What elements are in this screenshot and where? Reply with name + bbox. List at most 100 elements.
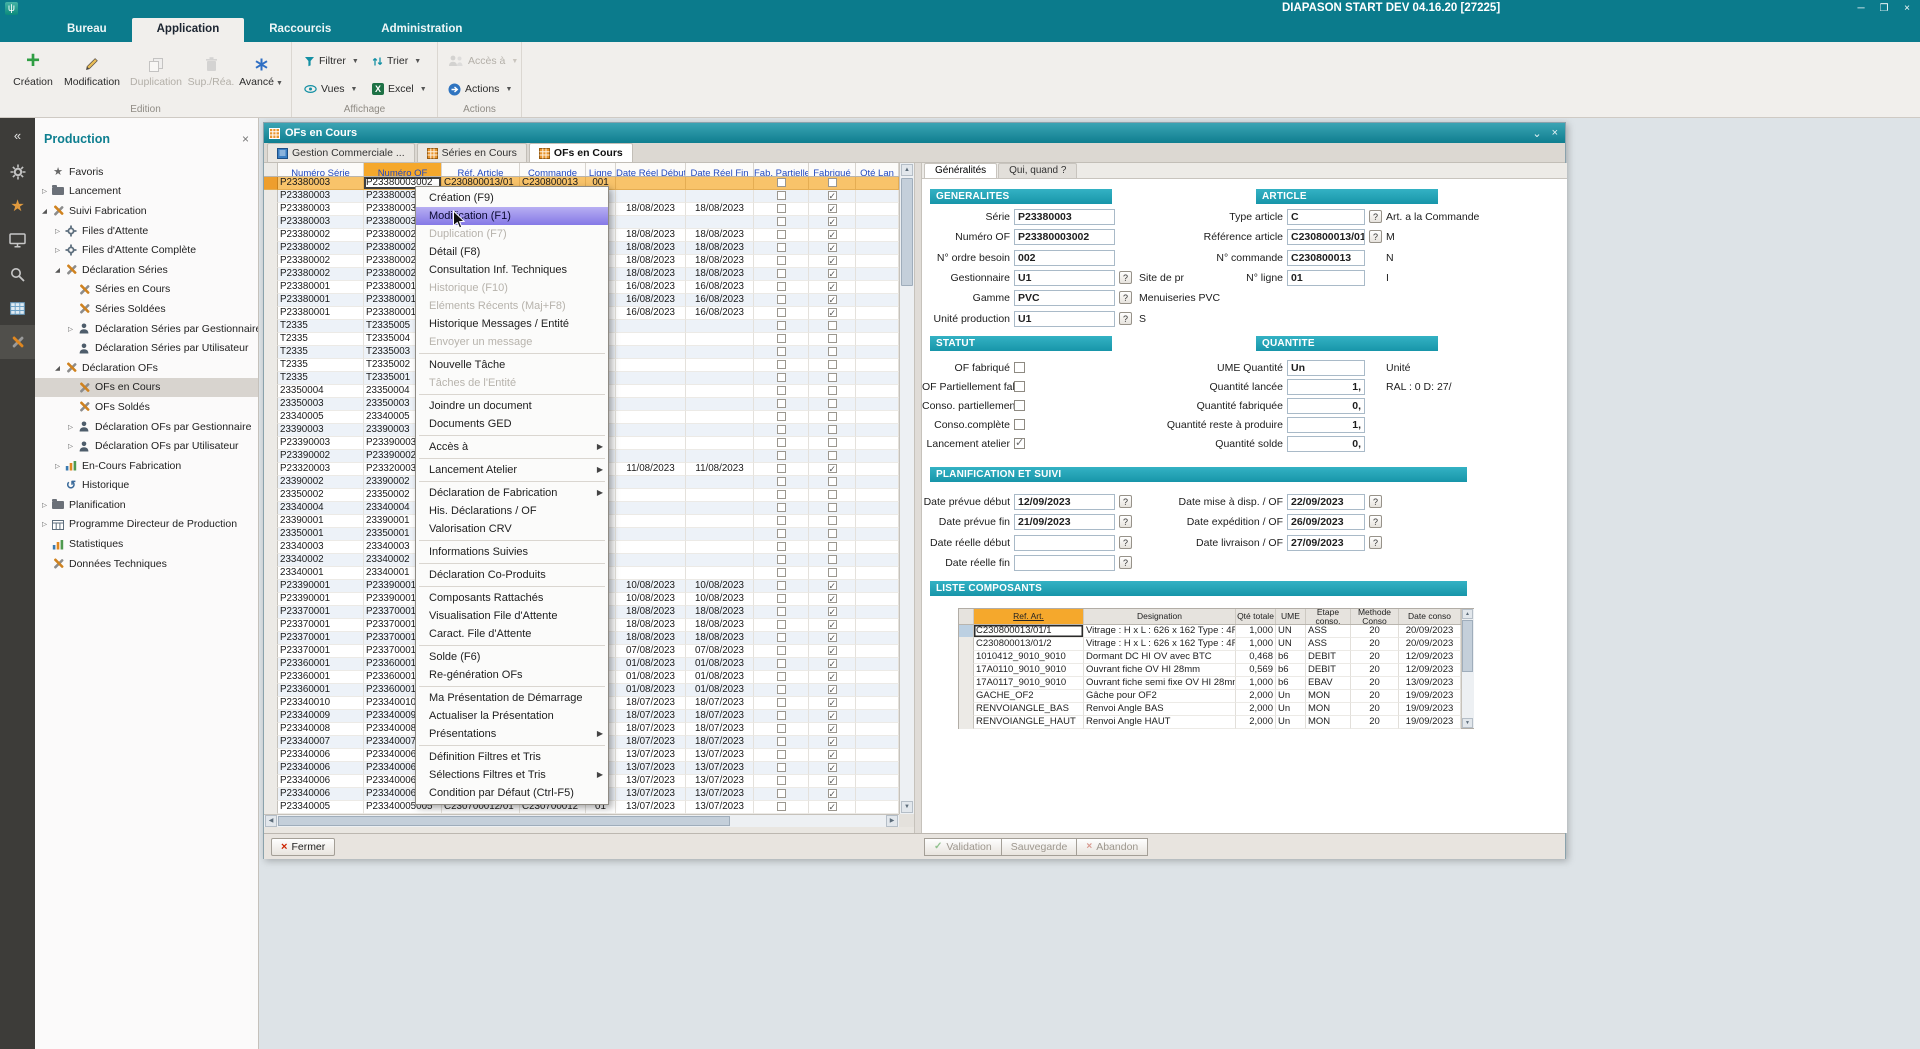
fabrique-checkbox[interactable] [828,334,837,343]
row-selector[interactable] [264,255,278,268]
row-selector[interactable] [264,801,278,814]
r-f-rence-article-help-button[interactable]: ? [1369,230,1382,243]
fabrique-checkbox[interactable] [828,464,837,473]
grid-hscrollbar[interactable]: ◀ ▶ [264,814,899,827]
fabrique-checkbox[interactable] [828,529,837,538]
context-menu-item-historique-messages-entit[interactable]: Historique Messages / Entité [416,315,608,333]
row-selector[interactable] [264,554,278,567]
date-pr-vue-d-but-help-button[interactable]: ? [1119,495,1132,508]
fab-partielle-checkbox[interactable] [777,789,786,798]
fabrique-checkbox[interactable] [828,217,837,226]
quantit-lanc-e-field[interactable]: 1, [1287,379,1365,395]
context-menu-item-cr-ation-f9[interactable]: Création (F9) [416,189,608,207]
fab-partielle-checkbox[interactable] [777,269,786,278]
abandon-button[interactable]: × Abandon [1076,838,1148,856]
scroll-left-icon[interactable]: ◀ [265,815,277,827]
sidebar-item-s-ries-sold-es[interactable]: Séries Soldées [35,299,258,319]
fab-partielle-checkbox[interactable] [777,373,786,382]
fab-partielle-checkbox[interactable] [777,737,786,746]
fab-partielle-checkbox[interactable] [777,711,786,720]
row-selector[interactable] [264,775,278,788]
date-mise-disp-of-help-button[interactable]: ? [1369,495,1382,508]
fab-partielle-checkbox[interactable] [777,360,786,369]
fabrique-checkbox[interactable] [828,321,837,330]
context-menu-item-d-claration-de-fabrication[interactable]: Déclaration de Fabrication▶ [416,484,608,502]
sidebar-item-ofs-en-cours[interactable]: OFs en Cours [35,378,258,398]
column-header-ligne[interactable]: Ligne [586,163,616,176]
row-selector[interactable] [264,437,278,450]
r-f-rence-article-field[interactable]: C230800013/01 [1287,229,1365,245]
modification-button[interactable]: Modification [60,46,124,100]
row-selector[interactable] [264,697,278,710]
document-tab-ofs-en-cours[interactable]: OFs en Cours [529,143,633,162]
row-selector[interactable] [264,606,278,619]
fab-partielle-checkbox[interactable] [777,477,786,486]
comp-row-selector[interactable] [959,703,974,716]
row-selector[interactable] [264,333,278,346]
context-menu-item-duplication-f7[interactable]: Duplication (F7) [416,225,608,243]
quantit-fabriqu-e-field[interactable]: 0, [1287,398,1365,414]
fab-partielle-checkbox[interactable] [777,282,786,291]
row-selector[interactable] [264,346,278,359]
context-menu-item-d-finition-filtres-et-tris[interactable]: Définition Filtres et Tris [416,748,608,766]
column-header-fab-partielle[interactable]: Fab. Partielle [754,163,809,176]
sidebar-item-d-claration-ofs[interactable]: ◢Déclaration OFs [35,358,258,378]
fab-partielle-checkbox[interactable] [777,750,786,759]
production-tools-icon[interactable] [0,325,35,359]
comp-row-selector[interactable] [959,716,974,729]
menu-tab-raccourcis[interactable]: Raccourcis [244,18,356,42]
context-menu-item-visualisation-file-d-attente[interactable]: Visualisation File d'Attente [416,607,608,625]
row-selector[interactable] [264,762,278,775]
fabrique-checkbox[interactable] [828,750,837,759]
row-selector[interactable] [264,216,278,229]
row-selector[interactable] [264,385,278,398]
fabrique-checkbox[interactable] [828,776,837,785]
context-menu-item-modification-f1[interactable]: Modification (F1) [416,207,608,225]
fabrique-checkbox[interactable] [828,477,837,486]
date-exp-dition-of-help-button[interactable]: ? [1369,515,1382,528]
row-selector[interactable] [264,476,278,489]
fab-partielle-checkbox[interactable] [777,763,786,772]
num-ro-of-field[interactable]: P23380003002 [1014,229,1115,245]
sidebar-item-lancement[interactable]: ▷Lancement [35,182,258,202]
sidebar-item-files-d-attente[interactable]: ▷Files d'Attente [35,221,258,241]
column-header-num-ro-s-rie[interactable]: Numéro Série [278,163,364,176]
fabrique-checkbox[interactable] [828,737,837,746]
splitter[interactable] [914,163,922,833]
row-selector[interactable] [264,463,278,476]
comp-column-header-ref-art[interactable]: Ref. Art. [974,609,1084,624]
fab-partielle-checkbox[interactable] [777,451,786,460]
conso-compl-te-checkbox[interactable] [1014,419,1025,430]
sidebar-item-d-claration-s-ries-par-gestionnaire[interactable]: ▷Déclaration Séries par Gestionnaire [35,319,258,339]
comp-column-header-etape-conso[interactable]: Etape conso. [1306,609,1351,624]
settings-gear-icon[interactable] [0,155,35,189]
fab-partielle-checkbox[interactable] [777,633,786,642]
fab-partielle-checkbox[interactable] [777,672,786,681]
row-selector[interactable] [264,567,278,580]
row-selector[interactable] [264,450,278,463]
maximize-button[interactable]: ❐ [1879,2,1889,16]
fermer-button[interactable]: × Fermer [271,838,335,856]
row-selector[interactable] [264,515,278,528]
s-rie-field[interactable]: P23380003 [1014,209,1115,225]
avance-button[interactable]: Avancé▼ [234,46,288,100]
sauvegarde-button[interactable]: Sauvegarde [1001,838,1078,856]
row-selector[interactable] [264,307,278,320]
type-article-help-button[interactable]: ? [1369,210,1382,223]
row-selector[interactable] [264,645,278,658]
row-selector[interactable] [264,619,278,632]
component-row[interactable]: GACHE_OF2Gâche pour OF22,000UnMON2019/09… [959,690,1461,703]
fabrique-checkbox[interactable] [828,620,837,629]
context-menu-item-d-tail-f8[interactable]: Détail (F8) [416,243,608,261]
component-row[interactable]: RENVOIANGLE_HAUTRenvoi Angle HAUT2,000Un… [959,716,1461,729]
date-exp-dition-of-field[interactable]: 26/09/2023 [1287,514,1365,530]
row-selector[interactable] [264,177,278,190]
fabrique-checkbox[interactable] [828,490,837,499]
gestionnaire-field[interactable]: U1 [1014,270,1115,286]
comp-column-header-ume[interactable]: UME [1276,609,1306,624]
row-selector[interactable] [264,294,278,307]
fab-partielle-checkbox[interactable] [777,308,786,317]
fab-partielle-checkbox[interactable] [777,802,786,811]
row-selector[interactable] [264,359,278,372]
row-selector[interactable] [264,788,278,801]
